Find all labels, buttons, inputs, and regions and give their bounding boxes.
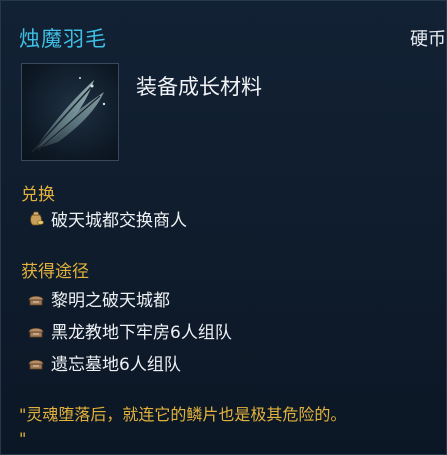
dungeon-icon (28, 327, 44, 338)
flavor-text-end: " (19, 429, 27, 448)
acquire-section-title: 获得途径 (21, 262, 89, 282)
flavor-text: "灵魂堕落后，就连它的鳞片也是极其危险的。 (19, 405, 347, 424)
item-icon-slot (21, 63, 119, 161)
exchange-section-title: 兑换 (21, 185, 55, 205)
acquire-entry-label: 黑龙教地下牢房6人组队 (51, 322, 232, 343)
currency-label: 硬币 (410, 29, 446, 50)
exchange-merchant-entry[interactable]: 破天城都交换商人 (27, 207, 187, 231)
acquire-entry[interactable]: 遗忘墓地6人组队 (27, 351, 181, 375)
acquire-entry-label: 黎明之破天城都 (51, 290, 170, 311)
exchange-merchant-label: 破天城都交换商人 (51, 210, 187, 231)
feather-icon (31, 77, 106, 153)
coin-pouch-icon (30, 211, 44, 226)
item-name: 烛魔羽毛 (19, 27, 107, 51)
dungeon-icon (28, 295, 44, 306)
dungeon-icon (28, 359, 44, 370)
item-tooltip: 烛魔羽毛 硬币 装备成长材料 兑换 破天城都交换商人 获得途径 黎明之破天城都 … (0, 0, 447, 455)
acquire-entry[interactable]: 黑龙教地下牢房6人组队 (27, 319, 232, 343)
item-type: 装备成长材料 (136, 75, 262, 99)
acquire-entry[interactable]: 黎明之破天城都 (27, 287, 170, 311)
acquire-entry-label: 遗忘墓地6人组队 (51, 354, 181, 375)
